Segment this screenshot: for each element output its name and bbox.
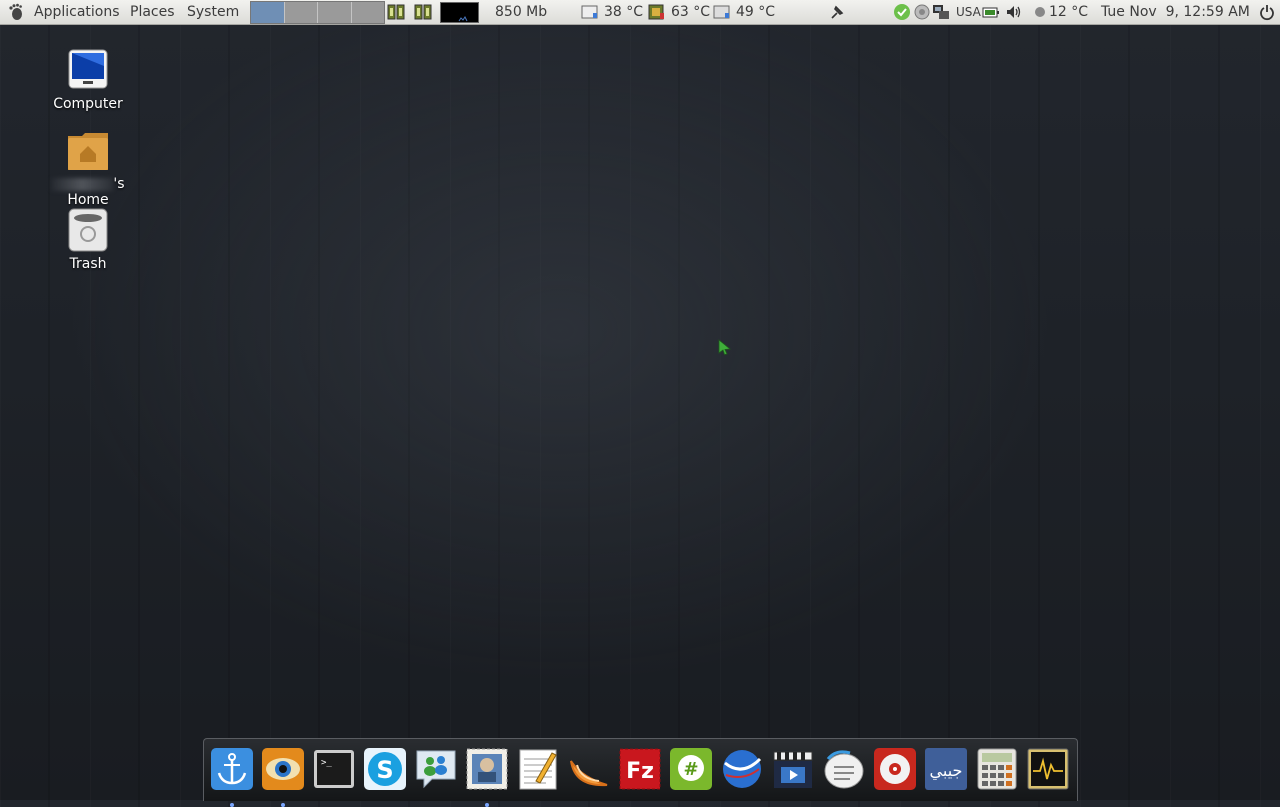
network-icon[interactable] (932, 3, 950, 21)
dock-item-system-monitor[interactable] (1026, 747, 1070, 791)
hashtag-icon: # (670, 748, 712, 790)
dock-item-disc[interactable] (873, 747, 917, 791)
dock-item-messenger[interactable] (414, 747, 458, 791)
skype-icon: S (364, 748, 406, 790)
mouse-cursor-icon (718, 339, 731, 355)
svg-text:Fz: Fz (626, 759, 654, 784)
filezilla-icon: Fz (619, 748, 661, 790)
dock-item-filezilla[interactable]: Fz (618, 747, 662, 791)
eye-icon (262, 748, 304, 790)
dock-item-hashtag[interactable]: # (669, 747, 713, 791)
system-monitor-icon (1027, 748, 1069, 790)
anchor-icon (211, 748, 253, 790)
dock-item-anchor[interactable] (210, 747, 254, 807)
cpu-freq-icon-2[interactable] (414, 2, 432, 22)
svg-text:S: S (376, 756, 393, 784)
workspace-2[interactable] (284, 2, 318, 23)
weather-icon[interactable] (1031, 3, 1049, 21)
video-clapper-icon (773, 751, 813, 788)
workspace-switcher[interactable] (250, 1, 385, 24)
home-folder-icon (68, 133, 108, 170)
globe-icon (723, 750, 762, 788)
workspace-1[interactable] (251, 2, 285, 23)
disk-temp-icon (581, 5, 598, 19)
top-panel: Applications Places System 850 Mb 38 °C … (0, 0, 1280, 25)
arabic-app-label: جيبي (930, 761, 963, 781)
dock-item-orange[interactable] (567, 747, 611, 791)
dock-item-terminal[interactable]: >_ (312, 747, 356, 791)
redacted-username (51, 177, 114, 191)
dock-item-mail[interactable] (465, 747, 509, 807)
gpu-temp-icon (648, 4, 664, 20)
temp-readout-3: 49 °C (736, 4, 776, 20)
dock-item-skype[interactable]: S (363, 747, 407, 791)
desktop-icon-trash[interactable]: Trash (33, 208, 143, 272)
dock-item-eye[interactable] (261, 747, 305, 807)
trash-icon (68, 208, 108, 252)
arabic-app-icon: جيبي (925, 748, 967, 790)
disc-icon (874, 748, 916, 790)
chat-bubble-icon (824, 750, 864, 789)
cpu-freq-icon[interactable] (387, 2, 405, 22)
pin-icon[interactable] (828, 3, 846, 21)
temp-readout-2: 63 °C (671, 4, 711, 20)
weather-temp[interactable]: 12 °C (1049, 0, 1088, 24)
svg-text:#: # (683, 759, 698, 780)
dock-item-arabic-app[interactable]: جيبي (924, 747, 968, 791)
cpu-temp-icon (713, 5, 730, 19)
running-indicator (281, 803, 285, 807)
computer-icon (68, 49, 108, 89)
desktop-icon-label: Computer (53, 96, 123, 112)
orange-slice-icon (570, 760, 608, 787)
terminal-icon: >_ (314, 750, 354, 788)
keyboard-layout[interactable]: USA (956, 0, 981, 24)
applications-menu[interactable]: Applications (34, 0, 120, 24)
messenger-icon (416, 750, 456, 789)
workspace-3[interactable] (318, 2, 352, 23)
text-editor-icon (519, 749, 557, 790)
gnome-foot-icon[interactable] (7, 3, 25, 21)
power-icon[interactable] (1258, 3, 1276, 21)
desktop-icon-home[interactable]: 's Home (33, 128, 143, 208)
running-indicator (230, 803, 234, 807)
dock-item-video[interactable] (771, 747, 815, 791)
status-ok-icon[interactable] (893, 3, 911, 21)
dock-item-calculator[interactable] (975, 747, 1019, 791)
running-indicator (485, 803, 489, 807)
dock: >_ S Fz # جيبي (203, 738, 1078, 807)
memory-readout: 850 Mb (495, 4, 548, 20)
battery-icon[interactable] (982, 3, 1000, 21)
calculator-icon (977, 748, 1017, 790)
places-menu[interactable]: Places (130, 0, 175, 24)
system-menu[interactable]: System (187, 0, 239, 24)
desktop-icon-computer[interactable]: Computer (33, 48, 143, 112)
volume-icon[interactable] (1005, 3, 1023, 21)
mail-stamp-icon (466, 748, 508, 790)
desktop-icon-label: Trash (69, 256, 107, 272)
workspace-4[interactable] (351, 2, 384, 23)
temp-readout-1: 38 °C (604, 4, 644, 20)
svg-text:>_: >_ (321, 758, 332, 768)
dock-item-text-editor[interactable] (516, 747, 560, 791)
update-notifier-icon[interactable] (913, 3, 931, 21)
dock-item-globe[interactable] (720, 747, 764, 791)
dock-item-chat[interactable] (822, 747, 866, 791)
clock[interactable]: Tue Nov 9, 12:59 AM (1101, 0, 1250, 24)
system-monitor-graph[interactable] (440, 2, 479, 23)
